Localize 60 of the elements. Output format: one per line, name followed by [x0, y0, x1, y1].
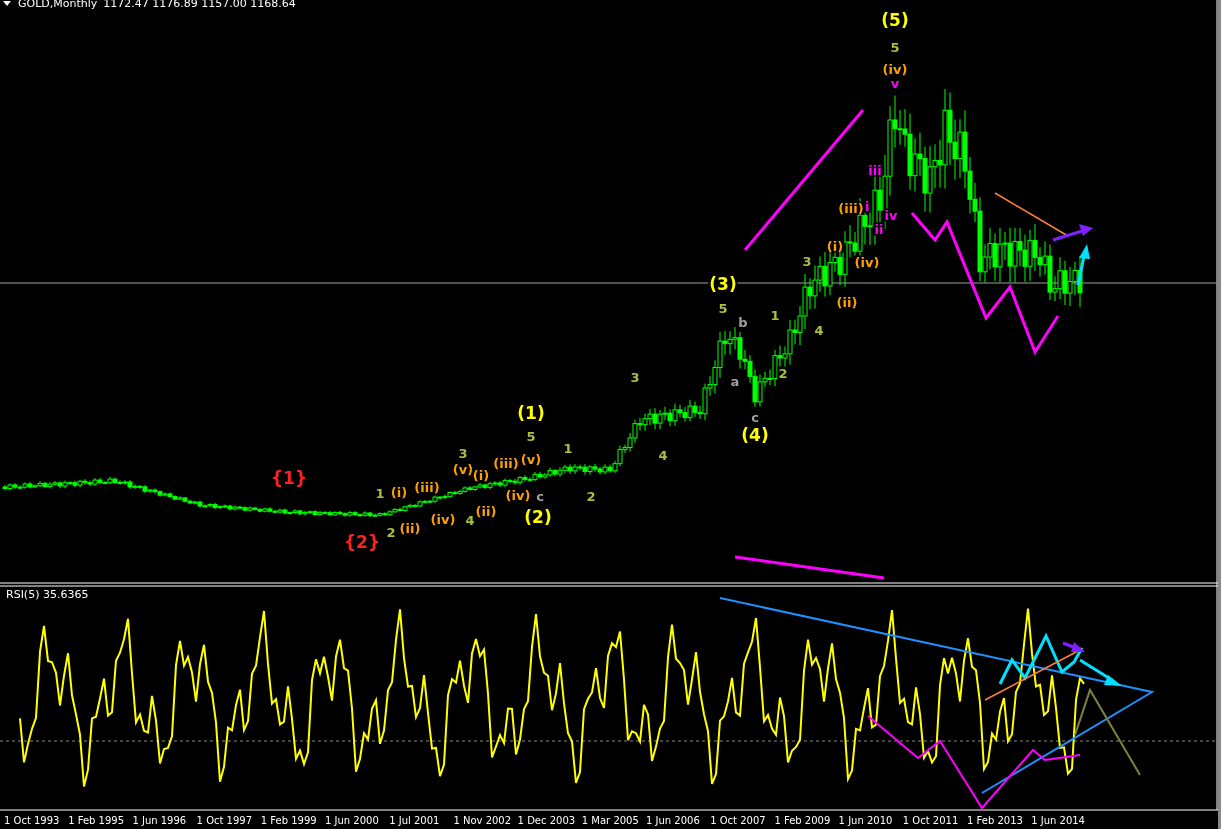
- wave-label: 4: [813, 323, 825, 337]
- date-label: 1 Mar 2005: [581, 815, 639, 826]
- date-label: 1 Oct 2011: [902, 815, 959, 826]
- wave-label: (iv): [853, 255, 881, 269]
- wave-label: (2): [523, 508, 553, 526]
- wave-label: b: [737, 315, 749, 329]
- wave-label: (ii): [398, 521, 422, 535]
- wave-label: (v): [519, 452, 543, 466]
- wave-label: {2}: [343, 533, 381, 551]
- wave-label: 3: [801, 254, 813, 268]
- wave-label: iii: [867, 163, 883, 177]
- wave-label: (iv): [504, 488, 532, 502]
- wave-label: (v): [451, 462, 475, 476]
- wave-label: (i): [471, 468, 491, 482]
- date-label: 1 Oct 1993: [4, 815, 60, 826]
- wave-label: (iv): [429, 512, 457, 526]
- date-label: 1 Jun 2006: [646, 815, 700, 826]
- wave-label: iv: [883, 208, 899, 222]
- wave-label: 4: [657, 448, 669, 462]
- date-label: 1 Feb 1995: [68, 815, 125, 826]
- wave-label: 3: [629, 370, 641, 384]
- wave-label: 2: [777, 366, 789, 380]
- wave-label: (iii): [413, 480, 441, 494]
- date-label: 1 Nov 2002: [453, 815, 512, 826]
- date-label: 1 Jun 2000: [325, 815, 379, 826]
- date-label: 1 Jul 2001: [389, 815, 440, 826]
- wave-label: i: [864, 199, 871, 213]
- wave-label: 4: [464, 513, 476, 527]
- date-label: 1 Feb 2013: [967, 815, 1023, 826]
- wave-label: (iv): [881, 62, 909, 76]
- date-label: 1 Feb 2009: [774, 815, 831, 826]
- wave-label: 5: [525, 429, 537, 443]
- date-label: 1 Jun 2010: [838, 815, 893, 826]
- date-label: 1 Jun 1996: [132, 815, 187, 826]
- date-label: 1 Oct 2007: [710, 815, 766, 826]
- wave-label: (3): [708, 275, 738, 293]
- wave-label: (i): [825, 239, 845, 253]
- wave-label: (iii): [492, 456, 520, 470]
- date-label: 1 Jun 2014: [1031, 815, 1085, 826]
- wave-label: 5: [717, 301, 729, 315]
- wave-label: (5): [880, 11, 910, 29]
- date-label: 1 Feb 1999: [260, 815, 317, 826]
- wave-label: 2: [385, 525, 397, 539]
- wave-label: 1: [769, 308, 781, 322]
- wave-label: 1: [562, 441, 574, 455]
- wave-label: (4): [740, 426, 770, 444]
- indicator-label: RSI(5) 35.6365: [6, 588, 89, 601]
- wave-label: (i): [389, 485, 409, 499]
- wave-label: (ii): [474, 504, 498, 518]
- wave-label: 1: [374, 486, 386, 500]
- date-label: 1 Oct 1997: [196, 815, 253, 826]
- wave-label: ii: [873, 222, 885, 236]
- wave-label: 3: [457, 446, 469, 460]
- wave-label: 5: [889, 40, 901, 54]
- wave-label: (ii): [835, 295, 859, 309]
- date-label: 1 Dec 2003: [517, 815, 576, 826]
- wave-label: {1}: [270, 469, 308, 487]
- wave-label: 2: [585, 489, 597, 503]
- wave-label: (1): [516, 404, 546, 422]
- wave-label: (iii): [837, 201, 865, 215]
